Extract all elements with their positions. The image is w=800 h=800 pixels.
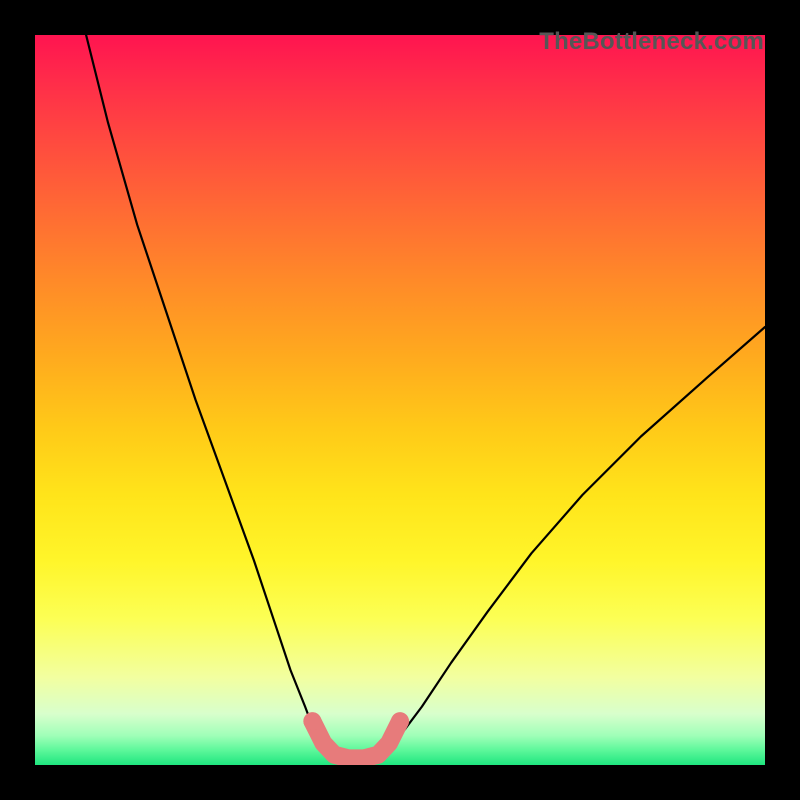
chart-frame: TheBottleneck.com xyxy=(0,0,800,800)
black-curve xyxy=(86,35,765,762)
plot-svg xyxy=(35,35,765,765)
pink-band xyxy=(312,721,400,758)
pink-band-endcap xyxy=(303,712,321,730)
plot-area xyxy=(35,35,765,765)
pink-band-endcap xyxy=(391,712,409,730)
watermark-text: TheBottleneck.com xyxy=(539,28,764,56)
